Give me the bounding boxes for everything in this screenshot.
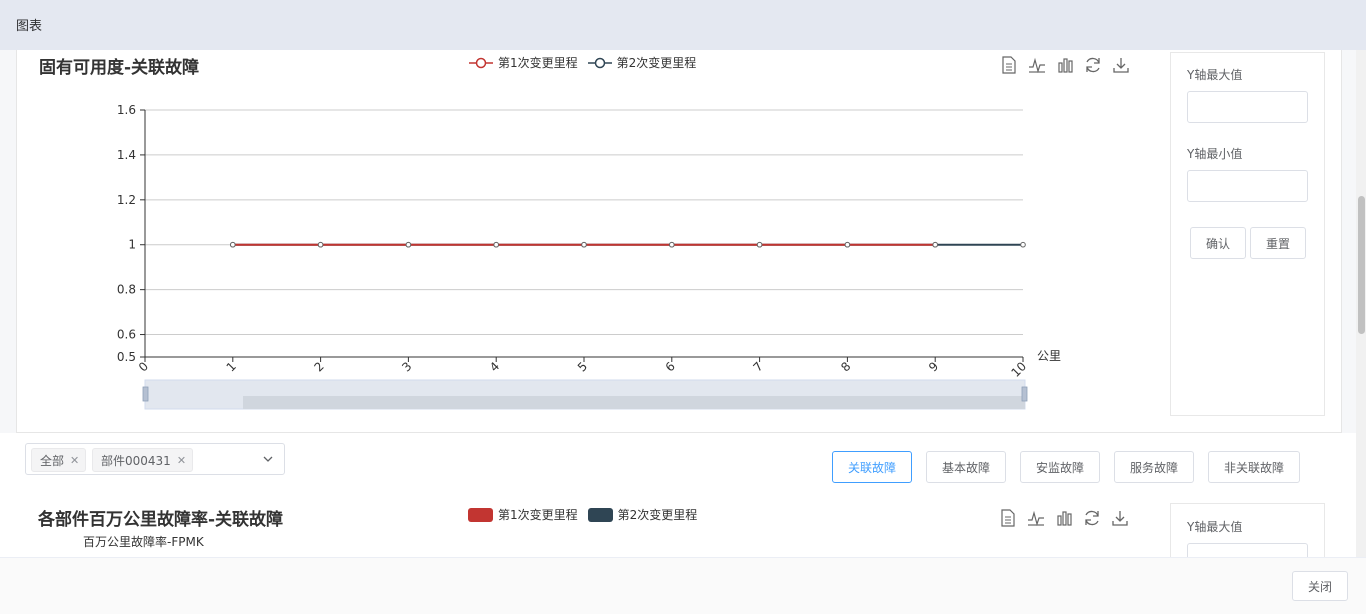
bar-chart-icon[interactable] (1050, 507, 1078, 529)
x-tick-label: 9 (926, 359, 941, 374)
data-point (230, 241, 236, 248)
legend-item-series1[interactable]: 第1次变更里程 (468, 506, 578, 523)
download-icon[interactable] (1106, 507, 1134, 529)
tag-all: 全部 ✕ (31, 448, 87, 472)
tab-basic-fault[interactable]: 基本故障 (926, 451, 1006, 483)
data-point (756, 241, 763, 248)
chart2-title: 各部件百万公里故障率-关联故障 (38, 510, 284, 530)
tag-label: 部件000431 (101, 453, 171, 468)
dialog-footer: 关闭 (0, 557, 1366, 614)
y-tick-label: 1.4 (117, 148, 136, 162)
confirm-button[interactable]: 确认 (1190, 227, 1246, 259)
datazoom-shadow (243, 396, 1025, 409)
y-axis-form-2: Y轴最大值 (1170, 503, 1325, 557)
tab-service-fault[interactable]: 服务故障 (1114, 451, 1194, 483)
datazoom-handle-left (142, 386, 149, 402)
legend-label: 第2次变更里程 (617, 508, 698, 522)
tag-component: 部件000431 ✕ (92, 448, 194, 472)
content-area[interactable]: 固有可用度-关联故障 第1次变更里程 第2次变更里程 0.5 0.6 0.8 1… (0, 50, 1356, 557)
x-tick-label: 7 (750, 359, 765, 374)
chart1-panel: 固有可用度-关联故障 第1次变更里程 第2次变更里程 0.5 0.6 0.8 1… (16, 50, 1342, 433)
chart2-y-axis-label: 百万公里故障率-FPMK (83, 535, 204, 549)
refresh-icon[interactable] (1078, 507, 1106, 529)
y-tick-label: 1.2 (117, 193, 136, 207)
scrollbar-thumb[interactable] (1358, 196, 1365, 334)
data-point (317, 241, 324, 248)
legend-label: 第1次变更里程 (498, 508, 578, 522)
y-min-label: Y轴最小值 (1187, 147, 1243, 161)
component-multiselect[interactable]: 全部 ✕ 部件000431 ✕ (25, 443, 285, 475)
legend-swatch (587, 507, 613, 522)
chart1-plot: 0.5 0.6 0.8 1 1.2 1.4 1.6 0 1 2 3 4 5 6 7 8 9 10 公里 (117, 103, 1061, 410)
legend-item-series2[interactable]: 第2次变更里程 (587, 506, 698, 523)
y-axis-form: Y轴最大值 Y轴最小值 确认 重置 (1170, 52, 1325, 416)
y-max-input[interactable] (1187, 543, 1308, 557)
chevron-down-icon[interactable] (262, 453, 274, 465)
close-icon[interactable]: ✕ (177, 454, 186, 467)
x-tick-label: 3 (399, 359, 414, 374)
y-min-input[interactable] (1187, 170, 1308, 202)
chart2-toolbox (994, 507, 1134, 529)
data-point (1020, 241, 1026, 248)
close-icon[interactable]: ✕ (70, 454, 79, 467)
vertical-scrollbar[interactable] (1356, 50, 1366, 557)
tab-safety-fault[interactable]: 安监故障 (1020, 451, 1100, 483)
reset-button[interactable]: 重置 (1250, 227, 1306, 259)
data-point (581, 241, 587, 248)
data-point (493, 241, 500, 248)
data-point (669, 241, 675, 248)
legend-swatch (468, 507, 493, 522)
tab-related-fault[interactable]: 关联故障 (832, 451, 912, 483)
y-max-label: Y轴最大值 (1187, 520, 1243, 534)
y-tick-label: 1.6 (117, 103, 136, 117)
data-point (932, 241, 939, 248)
x-tick-label: 6 (663, 359, 678, 374)
tag-label: 全部 (40, 453, 65, 468)
chart2-legend: 第1次变更里程 第2次变更里程 (468, 506, 707, 523)
tab-unrelated-fault[interactable]: 非关联故障 (1208, 451, 1300, 483)
y-tick-label: 0.6 (117, 328, 136, 342)
dialog-title: 图表 (16, 19, 43, 34)
x-tick-label: 2 (311, 359, 326, 374)
x-axis-title: 公里 (1037, 349, 1061, 363)
y-tick-label: 0.5 (117, 350, 136, 364)
y-max-input[interactable] (1187, 91, 1308, 123)
x-tick-label: 5 (575, 359, 590, 374)
y-max-label: Y轴最大值 (1187, 68, 1243, 82)
x-tick-label: 4 (487, 359, 502, 374)
x-tick-label: 8 (838, 359, 853, 374)
data-view-icon[interactable] (994, 507, 1022, 529)
dialog-header: 图表 (0, 0, 1366, 50)
datazoom-handle-right (1021, 386, 1028, 402)
line-chart-icon[interactable] (1022, 507, 1050, 529)
data-point (405, 241, 412, 248)
x-tick-label: 1 (224, 359, 239, 374)
y-tick-label: 1 (128, 238, 136, 252)
x-tick-label: 0 (136, 359, 151, 374)
chart2-section: 全部 ✕ 部件000431 ✕ 关联故障 基本故障 安监故障 服务故障 非关联故… (0, 433, 1356, 557)
close-button[interactable]: 关闭 (1292, 571, 1348, 601)
x-tick-label: 10 (1008, 359, 1029, 380)
y-tick-label: 0.8 (117, 283, 136, 297)
data-point (844, 241, 851, 248)
